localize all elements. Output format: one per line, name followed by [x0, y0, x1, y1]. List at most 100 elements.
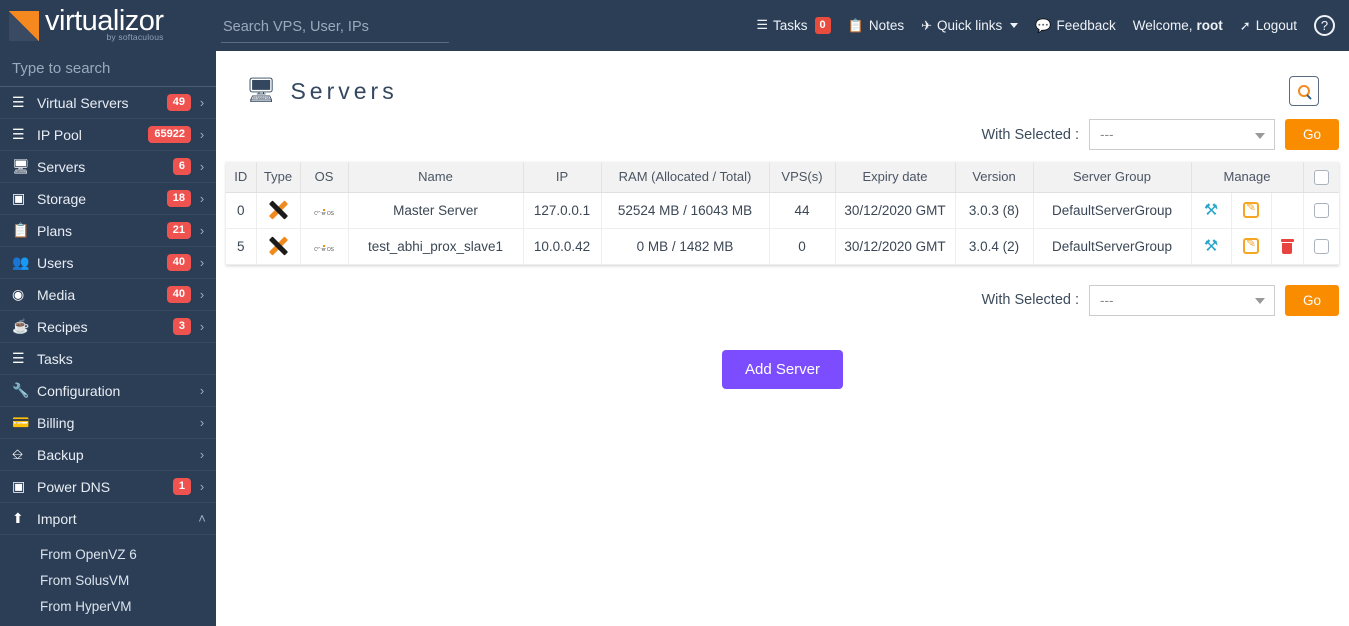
welcome-prefix: Welcome, — [1132, 18, 1193, 33]
xen-logo-icon — [268, 236, 289, 256]
chevron-down-icon — [1010, 23, 1019, 28]
sidebar-badge: 18 — [166, 190, 191, 207]
help-glyph: ? — [1320, 18, 1329, 33]
sidebar-item-label: Recipes — [37, 318, 88, 335]
notes-icon: 📋 — [847, 17, 864, 33]
cell-id: 5 — [226, 228, 257, 265]
with-selected-label: With Selected : — [981, 292, 1079, 308]
sidebar-badge: 6 — [172, 158, 191, 175]
other-os-icon: Other OS — [310, 209, 338, 217]
chevron-right-icon: › — [199, 319, 205, 334]
cell-server-group: DefaultServerGroup — [1033, 192, 1192, 229]
media-icon: ◉ — [12, 286, 25, 302]
tasks-icon: ☰ — [756, 17, 768, 33]
sidebar-item-backup[interactable]: ⎒ Backup › — [0, 439, 216, 471]
sidebar-badge: 49 — [166, 94, 191, 111]
sidebar-item-label: Import — [37, 510, 77, 527]
sidebar-item-label: Configuration — [37, 382, 121, 399]
sidebar-item-label: Virtual Servers — [37, 94, 129, 111]
page-header: 🖥 Servers — [216, 51, 1349, 113]
edit-icon[interactable] — [1243, 237, 1259, 255]
sidebar-badge: 1 — [172, 478, 191, 495]
th-version: Version — [955, 162, 1034, 193]
nav-tasks-label: Tasks — [773, 17, 808, 33]
sidebar-item-power-dns[interactable]: ▣ Power DNS 1 › — [0, 471, 216, 503]
sidebar-item-label: Billing — [37, 414, 75, 431]
sidebar-item-storage[interactable]: ▣ Storage 18 › — [0, 183, 216, 215]
servers-table: ID Type OS Name IP RAM (Allocated / Tota… — [226, 162, 1339, 265]
with-selected-dropdown-bottom[interactable]: --- — [1089, 284, 1275, 316]
with-selected-dropdown-top[interactable]: --- — [1089, 119, 1275, 150]
row-checkbox[interactable] — [1313, 238, 1329, 254]
sidebar-search[interactable] — [0, 51, 216, 87]
sidebar-subitem-from-hypervm[interactable]: From HyperVM — [0, 593, 216, 619]
nav-quick-links[interactable]: ✈ Quick links — [921, 18, 1019, 34]
tools-icon[interactable]: ⚒ — [1204, 238, 1218, 255]
cell-name[interactable]: test_abhi_prox_slave1 — [348, 228, 524, 265]
logout-icon: ➚ — [1239, 17, 1251, 33]
import-icon: ⬆ — [12, 510, 24, 526]
sidebar-item-recipes[interactable]: ☕ Recipes 3 › — [0, 311, 216, 343]
cell-ram: 0 MB / 1482 MB — [601, 228, 770, 265]
sidebar-item-virtual-servers[interactable]: ☰ Virtual Servers 49 › — [0, 87, 216, 119]
sidebar-item-import[interactable]: ⬆ Import ˄ — [0, 503, 216, 535]
go-button-bottom[interactable]: Go — [1285, 284, 1339, 316]
help-icon[interactable]: ? — [1314, 15, 1335, 36]
sidebar-item-servers[interactable]: 🖥 Servers 6 › — [0, 151, 216, 183]
search-button[interactable] — [1289, 76, 1319, 106]
sidebar-item-ip-pool[interactable]: ☰ IP Pool 65922 › — [0, 119, 216, 151]
table-row: 5 Other OS test_abhi_prox_slave1 10.0.0.… — [226, 228, 1339, 265]
chevron-right-icon: › — [199, 479, 205, 494]
th-ram: RAM (Allocated / Total) — [601, 162, 770, 193]
configuration-icon: 🔧 — [12, 382, 30, 398]
cell-os: Other OS — [300, 192, 349, 229]
chevron-right-icon: › — [199, 127, 205, 142]
edit-icon[interactable] — [1243, 201, 1259, 219]
select-all-checkbox[interactable] — [1313, 169, 1329, 185]
nav-quick-links-label: Quick links — [937, 18, 1003, 33]
nav-feedback[interactable]: 💬 Feedback — [1035, 18, 1115, 34]
sidebar-badge: 21 — [166, 222, 191, 239]
cell-vps: 44 — [769, 192, 836, 229]
row-checkbox[interactable] — [1313, 202, 1329, 218]
cell-ram: 52524 MB / 16043 MB — [601, 192, 770, 229]
nav-logout[interactable]: ➚ Logout — [1240, 18, 1297, 34]
brand-logo[interactable]: virtualizor by softaculous — [0, 0, 216, 51]
go-button-top[interactable]: Go — [1285, 119, 1339, 150]
nav-notes[interactable]: 📋 Notes — [848, 18, 904, 34]
cell-manage-delete — [1271, 192, 1304, 229]
sidebar-item-plans[interactable]: 📋 Plans 21 › — [0, 215, 216, 247]
sidebar: ☰ Virtual Servers 49 › ☰ IP Pool 65922 ›… — [0, 51, 216, 626]
sidebar-subitem-from-solusvm[interactable]: From SolusVM — [0, 567, 216, 593]
os-caption: Other OS — [314, 210, 334, 217]
sidebar-item-tasks[interactable]: ☰ Tasks — [0, 343, 216, 375]
chevron-down-icon — [1255, 132, 1265, 139]
global-search[interactable] — [221, 15, 449, 43]
recipes-icon: ☕ — [12, 318, 30, 334]
tools-icon[interactable]: ⚒ — [1204, 202, 1218, 219]
add-server-button[interactable]: Add Server — [721, 349, 844, 389]
chevron-right-icon: › — [199, 447, 205, 462]
cell-manage-delete — [1271, 228, 1304, 265]
sidebar-item-users[interactable]: 👥 Users 40 › — [0, 247, 216, 279]
sidebar-item-label: Power DNS — [37, 478, 111, 495]
global-search-input[interactable] — [223, 19, 447, 35]
sidebar-item-configuration[interactable]: 🔧 Configuration › — [0, 375, 216, 407]
sidebar-item-billing[interactable]: 💳 Billing › — [0, 407, 216, 439]
cell-id: 0 — [226, 192, 257, 229]
sidebar-subitem-from-openvz-6[interactable]: From OpenVZ 6 — [0, 541, 216, 567]
chevron-right-icon: › — [199, 223, 205, 238]
sidebar-item-label: Media — [37, 286, 76, 303]
delete-icon[interactable] — [1280, 238, 1294, 254]
sidebar-subitem-from-feathur[interactable]: From Feathur — [0, 619, 216, 626]
th-expiry-date: Expiry date — [835, 162, 956, 193]
sidebar-item-media[interactable]: ◉ Media 40 › — [0, 279, 216, 311]
sidebar-search-input[interactable] — [12, 60, 204, 77]
nav-tasks[interactable]: ☰ Tasks 0 — [756, 17, 831, 34]
cell-name[interactable]: Master Server — [348, 192, 524, 229]
power-dns-icon: ▣ — [12, 478, 26, 494]
table-row: 0 Other OS Master Server 127.0.0.1 52524… — [226, 192, 1339, 229]
sidebar-badge: 40 — [166, 286, 191, 303]
chevron-right-icon: › — [199, 255, 205, 270]
welcome-user[interactable]: Welcome, root — [1133, 18, 1223, 33]
